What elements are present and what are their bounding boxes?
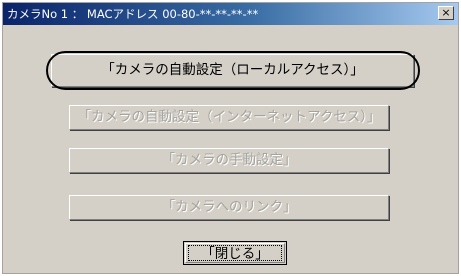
close-icon[interactable]: × xyxy=(438,6,454,20)
close-button[interactable]: 「閉じる」 xyxy=(183,241,287,265)
camera-dialog-window: カメラNo 1 ： MACアドレス 00-80-**-**-**-** × 「カ… xyxy=(2,2,459,274)
close-button-label: 「閉じる」 xyxy=(188,245,282,262)
camera-link-button[interactable]: 「カメラへのリンク」 xyxy=(69,195,389,220)
focus-highlight-ring xyxy=(46,51,420,90)
auto-setup-internet-button[interactable]: 「カメラの自動設定（インターネットアクセス）」 xyxy=(69,105,389,130)
window-title: カメラNo 1 ： MACアドレス 00-80-**-**-**-** xyxy=(7,7,259,21)
manual-setup-button[interactable]: 「カメラの手動設定」 xyxy=(69,148,389,173)
title-bar[interactable]: カメラNo 1 ： MACアドレス 00-80-**-**-**-** × xyxy=(3,3,458,25)
